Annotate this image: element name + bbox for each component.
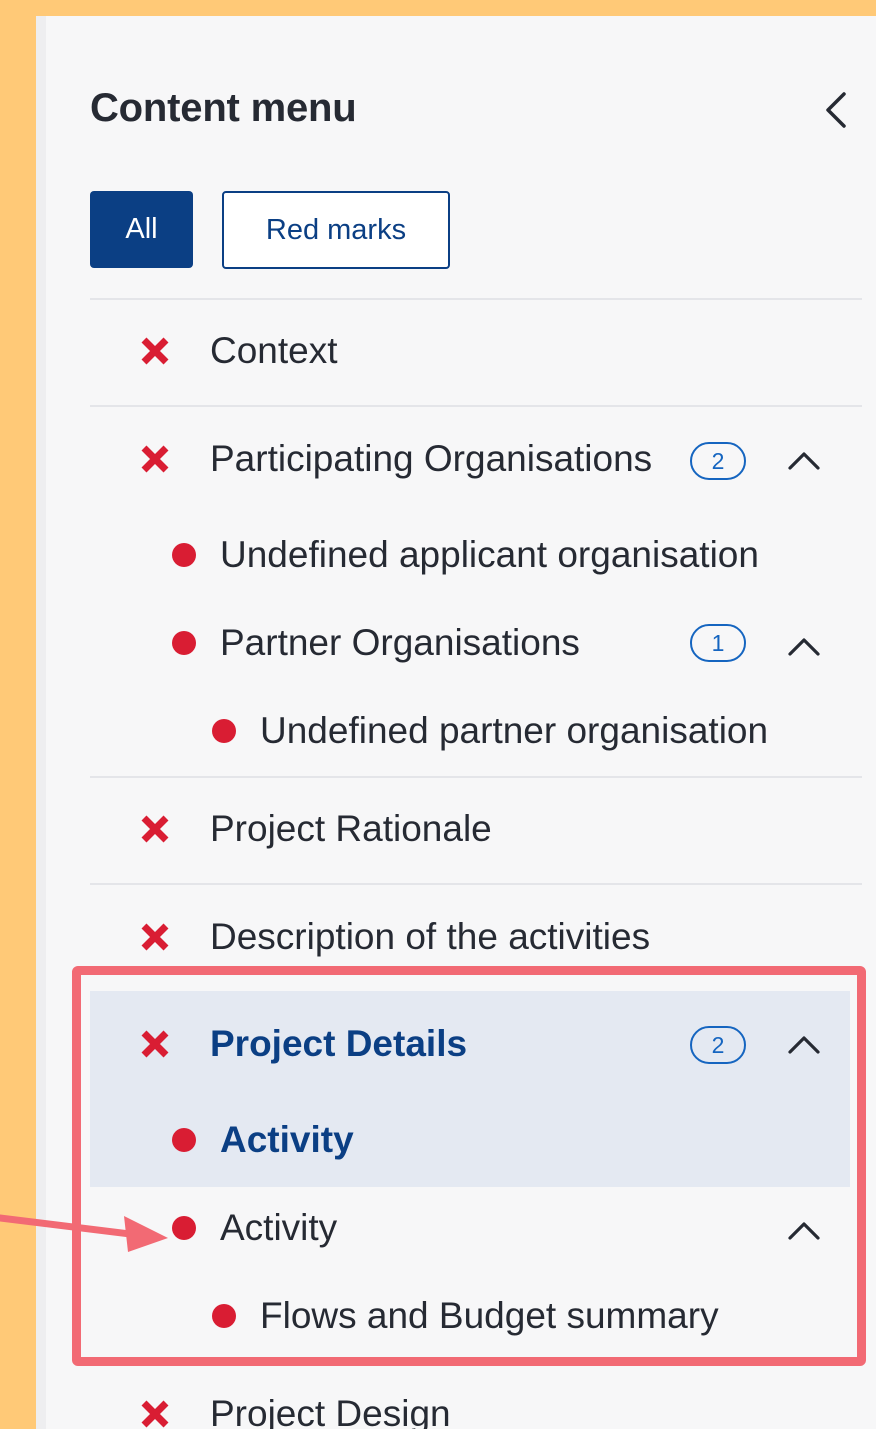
error-count-badge: 2 [690,442,746,480]
menu-item-label: Context [210,330,338,371]
menu-item-label: Project Design [210,1393,451,1429]
menu-item-label: Participating Organisations [210,438,653,479]
red-dot-icon [172,1128,196,1152]
menu-subitem-undefined-partner[interactable]: Undefined partner organisation [212,701,768,761]
x-mark-icon [141,1030,169,1058]
content-menu-panel: Content menu All Red marks Context Parti… [36,16,876,1429]
menu-subitem-activity-selected[interactable]: Activity [172,1110,354,1170]
menu-subitem-partner-organisations[interactable]: Partner Organisations [172,613,580,673]
expand-toggle[interactable] [786,1032,822,1056]
menu-item-description-of-activities[interactable]: Description of the activities [140,907,650,967]
divider [90,776,862,778]
error-count-badge: 1 [690,624,746,662]
menu-item-participating-organisations[interactable]: Participating Organisations [140,429,652,489]
chevron-up-icon [788,452,820,470]
menu-item-label: Description of the activities [210,916,651,957]
menu-item-context[interactable]: Context [140,321,338,381]
menu-item-label: Undefined applicant organisation [220,534,759,575]
x-mark-icon [141,337,169,365]
divider [90,298,862,300]
expand-toggle[interactable] [786,448,822,472]
menu-item-label: Partner Organisations [220,622,580,663]
menu-item-project-design[interactable]: Project Design [140,1384,451,1429]
filter-all-button[interactable]: All [90,191,193,268]
menu-item-label: Project Rationale [210,808,492,849]
expand-toggle[interactable] [786,634,822,658]
red-dot-icon [212,1304,236,1328]
chevron-up-icon [788,1222,820,1240]
menu-item-project-rationale[interactable]: Project Rationale [140,799,492,859]
menu-item-project-details[interactable]: Project Details [140,1014,467,1074]
chevron-up-icon [788,638,820,656]
menu-item-label: Undefined partner organisation [260,710,769,751]
menu-item-label: Activity [220,1119,354,1160]
red-dot-icon [172,543,196,567]
collapse-menu-button[interactable] [818,90,854,130]
menu-item-label: Flows and Budget summary [260,1295,719,1336]
divider [90,883,862,885]
x-mark-icon [141,815,169,843]
x-mark-icon [141,445,169,473]
red-dot-icon [212,719,236,743]
menu-item-label: Project Details [210,1023,468,1064]
content-menu-title: Content menu [90,86,357,130]
expand-toggle[interactable] [786,1218,822,1242]
x-mark-icon [141,1400,169,1428]
filter-red-marks-button[interactable]: Red marks [222,191,450,269]
chevron-up-icon [788,1036,820,1054]
chevron-left-icon [826,92,846,128]
error-count-badge: 2 [690,1026,746,1064]
menu-item-label: Activity [220,1207,338,1248]
red-dot-icon [172,1216,196,1240]
red-dot-icon [172,631,196,655]
divider [90,405,862,407]
menu-subitem-undefined-applicant[interactable]: Undefined applicant organisation [172,525,759,585]
x-mark-icon [141,923,169,951]
menu-subitem-flows-and-budget-summary[interactable]: Flows and Budget summary [212,1286,719,1346]
menu-subitem-activity[interactable]: Activity [172,1198,337,1258]
